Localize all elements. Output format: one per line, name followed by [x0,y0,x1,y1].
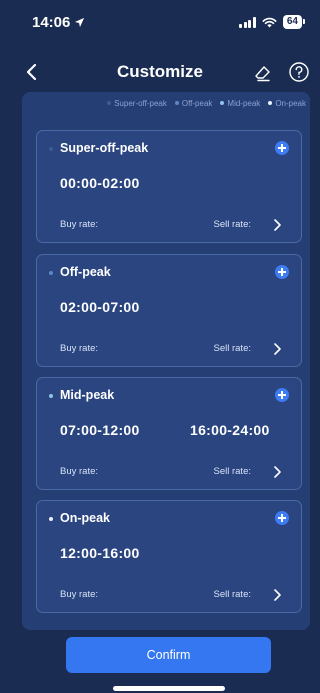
legend-label: Super-off-peak [114,98,167,108]
period-title: On-peak [60,511,111,525]
sell-rate-label: Sell rate: [213,343,252,354]
time-range[interactable]: 12:00-16:00 [60,545,140,561]
status-indicators: 64 [239,15,306,29]
cellular-signal-icon [239,16,256,28]
chevron-right-icon[interactable] [271,588,283,602]
sell-rate-label: Sell rate: [213,219,252,230]
nav-bar: Customize [0,50,320,94]
status-bar: 14:06 64 [0,0,320,44]
time-ranges: 12:00-16:00 [60,545,290,565]
location-arrow-icon [75,17,85,27]
period-card-off-peak: Off-peak 02:00-07:00 Buy rate: Sell rate… [36,254,302,367]
add-time-range-button[interactable] [275,511,289,525]
rates-row[interactable]: Buy rate: Sell rate: [60,332,291,366]
chevron-right-icon[interactable] [271,342,283,356]
add-time-range-button[interactable] [275,265,289,279]
status-time-text: 14:06 [32,13,71,31]
legend-label: Mid-peak [227,98,261,108]
legend-item-off-peak: Off-peak [174,98,213,108]
buy-rate-label: Buy rate: [60,219,99,230]
period-card-header: Mid-peak [37,378,301,412]
period-card-header: Super-off-peak [37,131,301,165]
time-range[interactable]: 02:00-07:00 [60,299,140,315]
legend-dot [268,101,273,105]
time-ranges: 00:00-02:00 [60,175,290,195]
periods-panel: Super-off-peak Off-peak Mid-peak On-peak… [22,92,310,630]
legend-dot [107,101,112,105]
time-range[interactable]: 16:00-24:00 [190,422,270,438]
sell-rate-label: Sell rate: [213,466,252,477]
period-color-dot [49,271,53,275]
status-time: 14:06 [32,14,85,31]
chevron-left-icon[interactable] [22,62,42,82]
legend-dot [220,101,225,105]
legend-item-super-off-peak: Super-off-peak [107,99,167,108]
period-card-mid-peak: Mid-peak 07:00-12:00 16:00-24:00 Buy rat… [36,377,302,490]
buy-rate-label: Buy rate: [60,343,99,354]
rates-row[interactable]: Buy rate: Sell rate: [60,455,291,489]
confirm-button[interactable]: Confirm [66,637,271,673]
period-card-header: Off-peak [37,255,301,289]
buy-rate-label: Buy rate: [60,466,99,477]
period-card-header: On-peak [37,501,301,535]
period-title: Super-off-peak [60,141,149,155]
eraser-icon[interactable] [253,63,273,83]
chevron-right-icon[interactable] [271,465,283,479]
time-ranges: 02:00-07:00 [60,299,290,319]
period-color-dot [49,147,53,151]
legend-item-mid-peak: Mid-peak [220,99,260,108]
sell-rate-label: Sell rate: [213,589,252,600]
wifi-icon [262,17,277,28]
time-ranges: 07:00-12:00 16:00-24:00 [60,422,290,442]
chevron-right-icon[interactable] [271,218,283,232]
page-title: Customize [117,62,203,81]
period-title: Off-peak [60,265,111,279]
rates-row[interactable]: Buy rate: Sell rate: [60,208,291,242]
period-color-dot [49,394,53,398]
add-time-range-button[interactable] [275,388,289,402]
question-circle-icon[interactable] [288,61,310,83]
legend-item-on-peak: On-peak [268,99,306,108]
add-time-range-button[interactable] [275,141,289,155]
period-card-on-peak: On-peak 12:00-16:00 Buy rate: Sell rate: [36,500,302,613]
buy-rate-label: Buy rate: [60,589,99,600]
home-indicator [113,686,225,691]
period-card-super-off-peak: Super-off-peak 00:00-02:00 Buy rate: Sel… [36,130,302,243]
rates-row[interactable]: Buy rate: Sell rate: [60,578,291,612]
period-title: Mid-peak [60,388,115,402]
battery-indicator: 64 [282,15,306,29]
legend-label: On-peak [275,98,306,108]
time-range[interactable]: 07:00-12:00 [60,422,140,438]
time-range[interactable]: 00:00-02:00 [60,175,140,191]
legend-dot [174,101,179,105]
period-color-dot [49,517,53,521]
legend-label: Off-peak [181,98,213,108]
period-legend: Super-off-peak Off-peak Mid-peak On-peak [22,92,310,114]
